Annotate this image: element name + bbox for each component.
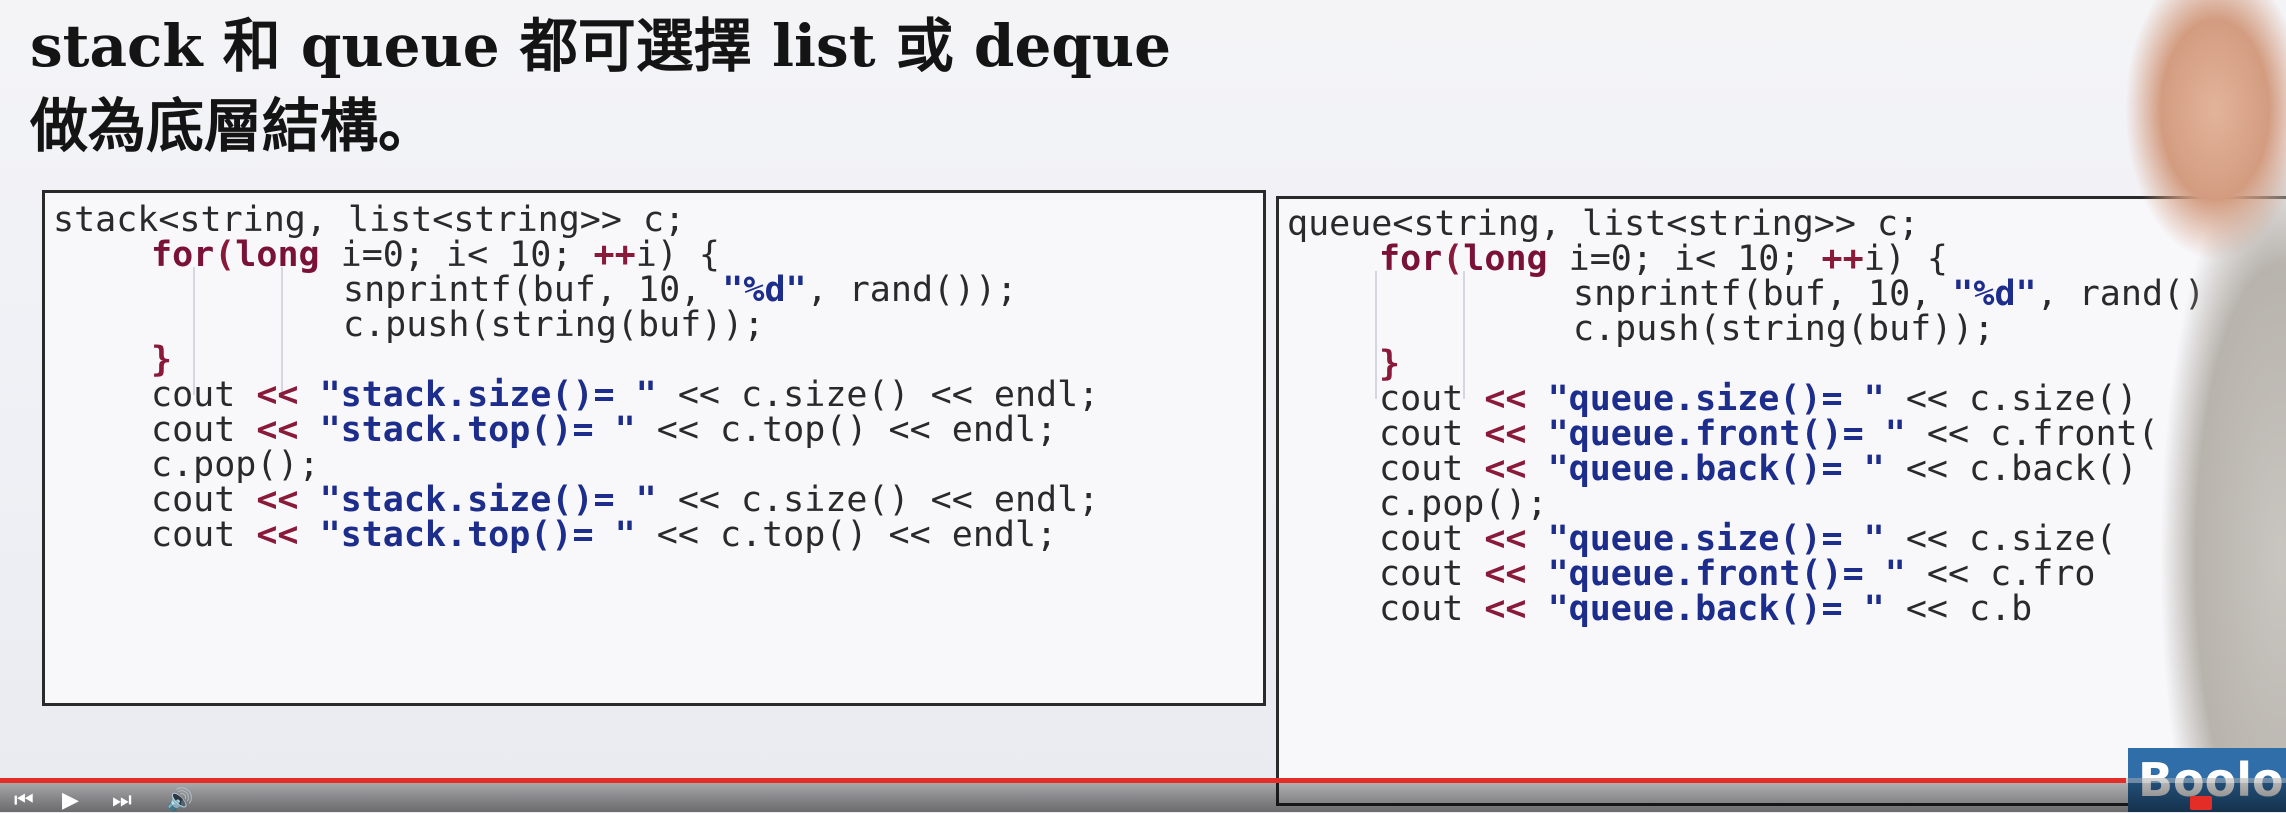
paren: ( [1442, 239, 1464, 279]
volume-icon[interactable]: 🔊 [166, 790, 193, 812]
code-line: c.push(string(buf)); [343, 305, 765, 345]
keyword: for [151, 235, 215, 275]
hd-badge [2190, 796, 2212, 810]
code-line: cout << "queue.back()= " << c.b [1379, 584, 2032, 634]
code-text: << c.b [1884, 589, 2033, 629]
next-icon[interactable]: ⏭ [112, 790, 132, 812]
slide-title-line-1: stack 和 queue 都可選擇 list 或 deque [30, 12, 1171, 80]
string-literal: "queue.back()= " [1526, 589, 1885, 629]
code-text: , rand()); [806, 270, 1018, 310]
operator: << [256, 515, 299, 555]
paren: ( [214, 235, 236, 275]
slide-title: stack 和 queue 都可選擇 list 或 deque 做為底層結構。 [30, 6, 1171, 166]
keyword: for [1379, 239, 1443, 279]
keyword: long [1463, 239, 1548, 279]
string-literal: "stack.top()= " [298, 410, 636, 450]
code-line: c.push(string(buf)); [1573, 309, 1995, 349]
indent-guide [1375, 271, 1377, 399]
code-text: << c.top() << endl; [635, 515, 1058, 555]
code-text: cout [1379, 589, 1485, 629]
slide-title-line-2: 做為底層結構。 [30, 92, 437, 160]
play-icon[interactable]: ▶ [62, 790, 79, 812]
string-literal: "stack.top()= " [298, 515, 636, 555]
stack-code-block: stack<string, list<string>> c; for(long … [42, 190, 1266, 706]
operator: << [1484, 589, 1527, 629]
presenter-figure [2080, 0, 2286, 780]
code-text: << c.top() << endl; [635, 410, 1058, 450]
code-line: cout << "stack.top()= " << c.top() << en… [151, 510, 1057, 560]
lecture-slide: stack 和 queue 都可選擇 list 或 deque 做為底層結構。 … [0, 0, 2286, 806]
video-progress-fill [0, 778, 2126, 783]
previous-icon[interactable]: ⏮ [14, 790, 34, 812]
keyword: long [235, 235, 320, 275]
video-progress-bar[interactable] [0, 778, 2286, 783]
video-controls-bar [0, 778, 2286, 812]
string-literal: "queue.back()= " [1526, 449, 1885, 489]
code-text: cout [151, 515, 257, 555]
